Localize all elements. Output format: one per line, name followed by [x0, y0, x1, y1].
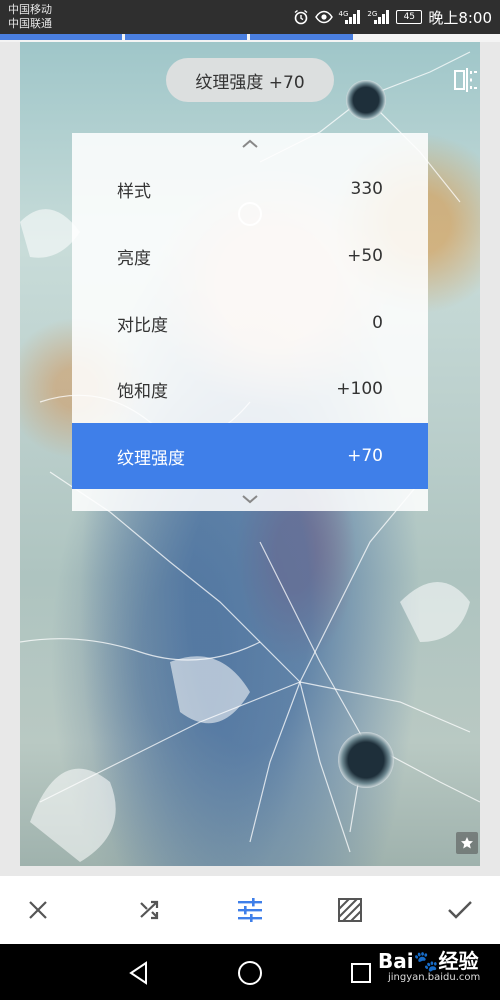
param-name: 纹理强度 — [117, 448, 185, 469]
param-row-saturation[interactable]: 饱和度 +100 — [72, 356, 428, 422]
recents-icon — [351, 963, 371, 983]
status-bar: 中国移动 中国联通 4G 2G 45 晚上8:00 — [0, 0, 500, 34]
home-button[interactable] — [235, 958, 265, 988]
strip-segment — [125, 34, 247, 40]
compare-icon[interactable] — [452, 66, 480, 98]
bullet-hole — [338, 732, 394, 788]
bullet-hole — [346, 80, 386, 120]
shuffle-icon — [140, 900, 159, 920]
carrier-1: 中国移动 — [8, 3, 52, 16]
check-icon — [448, 901, 472, 919]
eye-icon — [314, 10, 333, 24]
alarm-icon — [293, 9, 309, 25]
shuffle-button[interactable] — [130, 890, 170, 930]
strip-segment — [0, 34, 122, 40]
style-icon — [338, 898, 362, 922]
editor-toolbar — [0, 876, 500, 944]
param-value: +50 — [347, 246, 383, 266]
param-name: 饱和度 — [117, 381, 168, 402]
paw-icon: 🐾 — [413, 949, 439, 973]
star-icon[interactable] — [456, 832, 478, 854]
battery-icon: 45 — [396, 10, 423, 24]
param-row-brightness[interactable]: 亮度 +50 — [72, 223, 428, 289]
network-type-1: 4G — [338, 10, 349, 18]
param-name: 对比度 — [117, 315, 168, 336]
param-name: 样式 — [117, 181, 151, 202]
param-value: +100 — [336, 379, 383, 399]
home-icon — [238, 961, 262, 985]
back-button[interactable] — [124, 958, 154, 988]
apply-button[interactable] — [440, 890, 480, 930]
network-type-2: 2G — [367, 10, 378, 18]
param-row-style[interactable]: 样式 330 — [72, 156, 428, 222]
chevron-up-icon[interactable] — [242, 139, 258, 149]
param-value: 0 — [372, 313, 383, 333]
clock: 晚上8:00 — [428, 8, 492, 27]
param-row-texture-strength[interactable]: 纹理强度 +70 — [72, 423, 428, 489]
current-parameter-label: 纹理强度 +70 — [166, 58, 334, 102]
baidu-jingyan-watermark: Bai🐾经验 jingyan.baidu.com — [378, 950, 480, 984]
recents-button[interactable] — [346, 958, 376, 988]
tool-progress-strip — [0, 34, 500, 42]
adjust-sliders-icon — [238, 898, 262, 922]
strip-segment — [250, 34, 353, 40]
watermark-url: jingyan.baidu.com — [388, 972, 481, 983]
back-icon — [129, 961, 147, 985]
chevron-down-icon[interactable] — [242, 494, 258, 504]
watermark-brand-suffix: 经验 — [438, 949, 479, 973]
parameter-menu: 样式 330 亮度 +50 对比度 0 饱和度 +100 纹理强度 +70 — [72, 133, 428, 511]
close-icon — [29, 901, 47, 919]
carrier-2: 中国联通 — [8, 17, 52, 30]
style-button[interactable] — [330, 890, 370, 930]
param-row-contrast[interactable]: 对比度 0 — [72, 290, 428, 356]
param-value: 330 — [350, 179, 383, 199]
close-button[interactable] — [18, 890, 58, 930]
param-name: 亮度 — [117, 248, 151, 269]
param-value: +70 — [347, 446, 383, 466]
watermark-brand: Bai — [378, 949, 414, 973]
adjust-button[interactable] — [230, 890, 270, 930]
